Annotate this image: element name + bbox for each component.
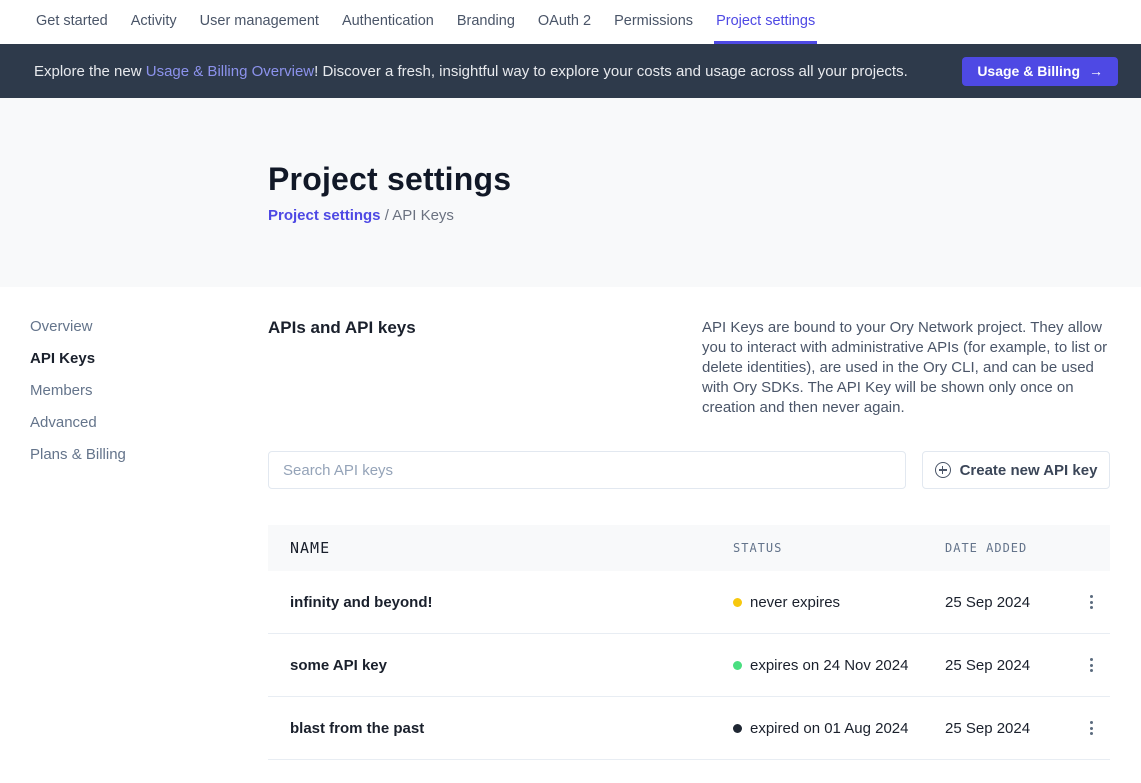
table-row: some API key expires on 24 Nov 2024 25 S… [268,634,1110,697]
api-key-status: expired on 01 Aug 2024 [733,720,945,737]
plus-circle-icon [935,462,951,478]
status-text: never expires [750,594,840,611]
sidebar-item-plans-billing[interactable]: Plans & Billing [30,447,240,463]
column-header-date-added: DATE ADDED [945,541,1075,555]
status-dot [733,724,742,733]
section-description: API Keys are bound to your Ory Network p… [702,318,1110,418]
breadcrumb-project-settings-link[interactable]: Project settings [268,207,381,224]
page-title: Project settings [268,160,1141,198]
sidebar-item-members[interactable]: Members [30,383,240,399]
tab-permissions[interactable]: Permissions [612,0,695,44]
api-key-date-added: 25 Sep 2024 [945,657,1075,674]
usage-billing-banner: Explore the new Usage & Billing Overview… [0,44,1141,98]
usage-billing-overview-link[interactable]: Usage & Billing Overview [146,63,314,80]
table-controls: Create new API key [268,451,1110,489]
column-header-name: NAME [268,539,733,557]
api-key-status: expires on 24 Nov 2024 [733,657,945,674]
sidebar-item-api-keys[interactable]: API Keys [30,351,240,367]
content-area: Overview API Keys Members Advanced Plans… [0,287,1141,760]
top-navigation: Get started Activity User management Aut… [0,0,1141,44]
banner-text: Explore the new Usage & Billing Overview… [34,63,908,80]
api-keys-table: NAME STATUS DATE ADDED infinity and beyo… [268,525,1110,760]
tab-authentication[interactable]: Authentication [340,0,436,44]
tab-branding[interactable]: Branding [455,0,517,44]
create-api-key-button[interactable]: Create new API key [922,451,1110,489]
api-key-name: blast from the past [268,720,733,737]
sidebar-item-advanced[interactable]: Advanced [30,415,240,431]
arrow-right-icon: → [1089,63,1103,79]
status-dot [733,661,742,670]
create-api-key-label: Create new API key [960,462,1098,479]
banner-text-before: Explore the new [34,63,146,80]
status-text: expires on 24 Nov 2024 [750,657,908,674]
section-head: APIs and API keys API Keys are bound to … [268,318,1110,418]
settings-sidebar: Overview API Keys Members Advanced Plans… [30,319,240,479]
status-text: expired on 01 Aug 2024 [750,720,908,737]
tab-activity[interactable]: Activity [129,0,179,44]
kebab-menu-icon[interactable] [1075,586,1107,618]
api-key-date-added: 25 Sep 2024 [945,594,1075,611]
breadcrumb-separator: / [381,207,393,224]
status-dot [733,598,742,607]
page-header: Project settings Project settings / API … [0,98,1141,287]
breadcrumb-current: API Keys [392,207,454,224]
sidebar-item-overview[interactable]: Overview [30,319,240,335]
section-title: APIs and API keys [268,318,416,418]
api-key-name: infinity and beyond! [268,594,733,611]
usage-billing-button-label: Usage & Billing [977,63,1080,79]
table-row: blast from the past expired on 01 Aug 20… [268,697,1110,760]
tab-oauth2[interactable]: OAuth 2 [536,0,593,44]
api-key-name: some API key [268,657,733,674]
api-key-status: never expires [733,594,945,611]
breadcrumb: Project settings / API Keys [268,207,1141,224]
kebab-menu-icon[interactable] [1075,712,1107,744]
tab-user-management[interactable]: User management [198,0,321,44]
kebab-menu-icon[interactable] [1075,649,1107,681]
table-row: infinity and beyond! never expires 25 Se… [268,571,1110,634]
api-key-date-added: 25 Sep 2024 [945,720,1075,737]
banner-text-after: ! Discover a fresh, insightful way to ex… [314,63,908,80]
search-input[interactable] [268,451,906,489]
column-header-status: STATUS [733,541,945,555]
tab-get-started[interactable]: Get started [34,0,110,44]
tab-project-settings[interactable]: Project settings [714,0,817,44]
table-header-row: NAME STATUS DATE ADDED [268,525,1110,571]
usage-billing-button[interactable]: Usage & Billing → [962,57,1118,86]
api-keys-panel: APIs and API keys API Keys are bound to … [268,287,1110,760]
